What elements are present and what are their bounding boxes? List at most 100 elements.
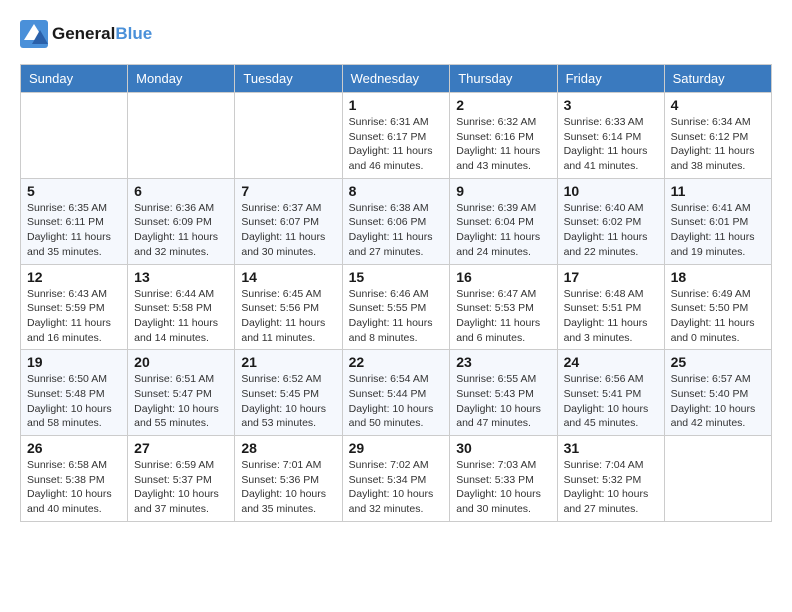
day-info: Sunrise: 6:38 AM Sunset: 6:06 PM Dayligh…	[349, 201, 444, 260]
day-info: Sunrise: 7:01 AM Sunset: 5:36 PM Dayligh…	[241, 458, 335, 517]
calendar-cell	[21, 93, 128, 179]
calendar-cell: 28 Sunrise: 7:01 AM Sunset: 5:36 PM Dayli…	[235, 436, 342, 522]
calendar-table: SundayMondayTuesdayWednesdayThursdayFrid…	[20, 64, 772, 522]
weekday-header: Monday	[128, 65, 235, 93]
weekday-header: Thursday	[450, 65, 557, 93]
weekday-header: Sunday	[21, 65, 128, 93]
calendar-cell: 16Sunrise: 6:47 AM Sunset: 5:53 PM Dayli…	[450, 264, 557, 350]
day-info: Sunrise: 6:55 AM Sunset: 5:43 PM Dayligh…	[456, 372, 550, 431]
day-number: 27	[134, 440, 228, 456]
day-number: 21	[241, 354, 335, 370]
calendar-cell: 25 Sunrise: 6:57 AM Sunset: 5:40 PM Dayli…	[664, 350, 771, 436]
day-number: 25	[671, 354, 765, 370]
day-info: Sunrise: 6:33 AM Sunset: 6:14 PM Dayligh…	[564, 115, 658, 174]
weekday-header: Wednesday	[342, 65, 450, 93]
day-info: Sunrise: 6:37 AM Sunset: 6:07 PM Dayligh…	[241, 201, 335, 260]
day-number: 10	[564, 183, 658, 199]
day-info: Sunrise: 6:34 AM Sunset: 6:12 PM Dayligh…	[671, 115, 765, 174]
calendar-cell: 31 Sunrise: 7:04 AM Sunset: 5:32 PM Dayli…	[557, 436, 664, 522]
calendar-week-row: 5 Sunrise: 6:35 AM Sunset: 6:11 PM Daylig…	[21, 178, 772, 264]
calendar-week-row: 1 Sunrise: 6:31 AM Sunset: 6:17 PM Daylig…	[21, 93, 772, 179]
calendar-cell: 17 Sunrise: 6:48 AM Sunset: 5:51 PM Dayli…	[557, 264, 664, 350]
day-info: Sunrise: 6:57 AM Sunset: 5:40 PM Dayligh…	[671, 372, 765, 431]
day-info: Sunrise: 6:50 AM Sunset: 5:48 PM Dayligh…	[27, 372, 121, 431]
day-info: Sunrise: 6:36 AM Sunset: 6:09 PM Dayligh…	[134, 201, 228, 260]
calendar-cell: 22 Sunrise: 6:54 AM Sunset: 5:44 PM Dayli…	[342, 350, 450, 436]
day-info: Sunrise: 6:45 AM Sunset: 5:56 PM Dayligh…	[241, 287, 335, 346]
calendar-cell: 24 Sunrise: 6:56 AM Sunset: 5:41 PM Dayli…	[557, 350, 664, 436]
day-info: Sunrise: 6:31 AM Sunset: 6:17 PM Dayligh…	[349, 115, 444, 174]
day-number: 17	[564, 269, 658, 285]
day-info: Sunrise: 6:54 AM Sunset: 5:44 PM Dayligh…	[349, 372, 444, 431]
day-number: 30	[456, 440, 550, 456]
calendar-cell: 10 Sunrise: 6:40 AM Sunset: 6:02 PM Dayli…	[557, 178, 664, 264]
logo-text: GeneralBlue	[52, 24, 152, 44]
calendar-cell: 4 Sunrise: 6:34 AM Sunset: 6:12 PM Daylig…	[664, 93, 771, 179]
weekday-header: Tuesday	[235, 65, 342, 93]
day-number: 4	[671, 97, 765, 113]
day-info: Sunrise: 6:49 AM Sunset: 5:50 PM Dayligh…	[671, 287, 765, 346]
calendar-cell: 20 Sunrise: 6:51 AM Sunset: 5:47 PM Dayli…	[128, 350, 235, 436]
calendar-cell: 19Sunrise: 6:50 AM Sunset: 5:48 PM Dayli…	[21, 350, 128, 436]
day-number: 6	[134, 183, 228, 199]
calendar-cell: 23 Sunrise: 6:55 AM Sunset: 5:43 PM Dayli…	[450, 350, 557, 436]
weekday-header: Saturday	[664, 65, 771, 93]
day-info: Sunrise: 6:58 AM Sunset: 5:38 PM Dayligh…	[27, 458, 121, 517]
day-info: Sunrise: 6:48 AM Sunset: 5:51 PM Dayligh…	[564, 287, 658, 346]
calendar-cell: 2Sunrise: 6:32 AM Sunset: 6:16 PM Daylig…	[450, 93, 557, 179]
day-info: Sunrise: 6:46 AM Sunset: 5:55 PM Dayligh…	[349, 287, 444, 346]
calendar-cell: 9 Sunrise: 6:39 AM Sunset: 6:04 PM Daylig…	[450, 178, 557, 264]
day-number: 7	[241, 183, 335, 199]
day-number: 3	[564, 97, 658, 113]
day-number: 1	[349, 97, 444, 113]
day-info: Sunrise: 6:44 AM Sunset: 5:58 PM Dayligh…	[134, 287, 228, 346]
calendar-cell: 5 Sunrise: 6:35 AM Sunset: 6:11 PM Daylig…	[21, 178, 128, 264]
day-number: 9	[456, 183, 550, 199]
day-number: 24	[564, 354, 658, 370]
day-number: 8	[349, 183, 444, 199]
day-number: 31	[564, 440, 658, 456]
day-number: 28	[241, 440, 335, 456]
page-header: GeneralBlue	[20, 20, 772, 48]
day-info: Sunrise: 6:59 AM Sunset: 5:37 PM Dayligh…	[134, 458, 228, 517]
calendar-cell	[235, 93, 342, 179]
calendar-cell: 1 Sunrise: 6:31 AM Sunset: 6:17 PM Daylig…	[342, 93, 450, 179]
calendar-cell: 21Sunrise: 6:52 AM Sunset: 5:45 PM Dayli…	[235, 350, 342, 436]
day-number: 13	[134, 269, 228, 285]
calendar-cell: 15 Sunrise: 6:46 AM Sunset: 5:55 PM Dayli…	[342, 264, 450, 350]
day-info: Sunrise: 7:04 AM Sunset: 5:32 PM Dayligh…	[564, 458, 658, 517]
day-info: Sunrise: 6:39 AM Sunset: 6:04 PM Dayligh…	[456, 201, 550, 260]
day-number: 14	[241, 269, 335, 285]
day-number: 12	[27, 269, 121, 285]
day-number: 15	[349, 269, 444, 285]
day-info: Sunrise: 6:51 AM Sunset: 5:47 PM Dayligh…	[134, 372, 228, 431]
day-number: 22	[349, 354, 444, 370]
calendar-cell: 8 Sunrise: 6:38 AM Sunset: 6:06 PM Daylig…	[342, 178, 450, 264]
day-info: Sunrise: 6:35 AM Sunset: 6:11 PM Dayligh…	[27, 201, 121, 260]
calendar-cell: 14 Sunrise: 6:45 AM Sunset: 5:56 PM Dayli…	[235, 264, 342, 350]
calendar-cell	[664, 436, 771, 522]
day-number: 11	[671, 183, 765, 199]
day-info: Sunrise: 6:41 AM Sunset: 6:01 PM Dayligh…	[671, 201, 765, 260]
calendar-cell: 11 Sunrise: 6:41 AM Sunset: 6:01 PM Dayli…	[664, 178, 771, 264]
weekday-header: Friday	[557, 65, 664, 93]
day-number: 5	[27, 183, 121, 199]
calendar-cell: 12 Sunrise: 6:43 AM Sunset: 5:59 PM Dayli…	[21, 264, 128, 350]
day-info: Sunrise: 6:47 AM Sunset: 5:53 PM Dayligh…	[456, 287, 550, 346]
calendar-cell: 27 Sunrise: 6:59 AM Sunset: 5:37 PM Dayli…	[128, 436, 235, 522]
calendar-cell: 3 Sunrise: 6:33 AM Sunset: 6:14 PM Daylig…	[557, 93, 664, 179]
day-info: Sunrise: 6:40 AM Sunset: 6:02 PM Dayligh…	[564, 201, 658, 260]
calendar-cell: 6 Sunrise: 6:36 AM Sunset: 6:09 PM Daylig…	[128, 178, 235, 264]
day-number: 18	[671, 269, 765, 285]
calendar-week-row: 26Sunrise: 6:58 AM Sunset: 5:38 PM Dayli…	[21, 436, 772, 522]
day-info: Sunrise: 6:43 AM Sunset: 5:59 PM Dayligh…	[27, 287, 121, 346]
logo-icon	[20, 20, 48, 48]
day-info: Sunrise: 6:56 AM Sunset: 5:41 PM Dayligh…	[564, 372, 658, 431]
logo: GeneralBlue	[20, 20, 152, 48]
calendar-cell: 18 Sunrise: 6:49 AM Sunset: 5:50 PM Dayli…	[664, 264, 771, 350]
calendar-week-row: 12 Sunrise: 6:43 AM Sunset: 5:59 PM Dayli…	[21, 264, 772, 350]
day-number: 23	[456, 354, 550, 370]
day-number: 20	[134, 354, 228, 370]
day-info: Sunrise: 7:02 AM Sunset: 5:34 PM Dayligh…	[349, 458, 444, 517]
calendar-cell: 7 Sunrise: 6:37 AM Sunset: 6:07 PM Daylig…	[235, 178, 342, 264]
